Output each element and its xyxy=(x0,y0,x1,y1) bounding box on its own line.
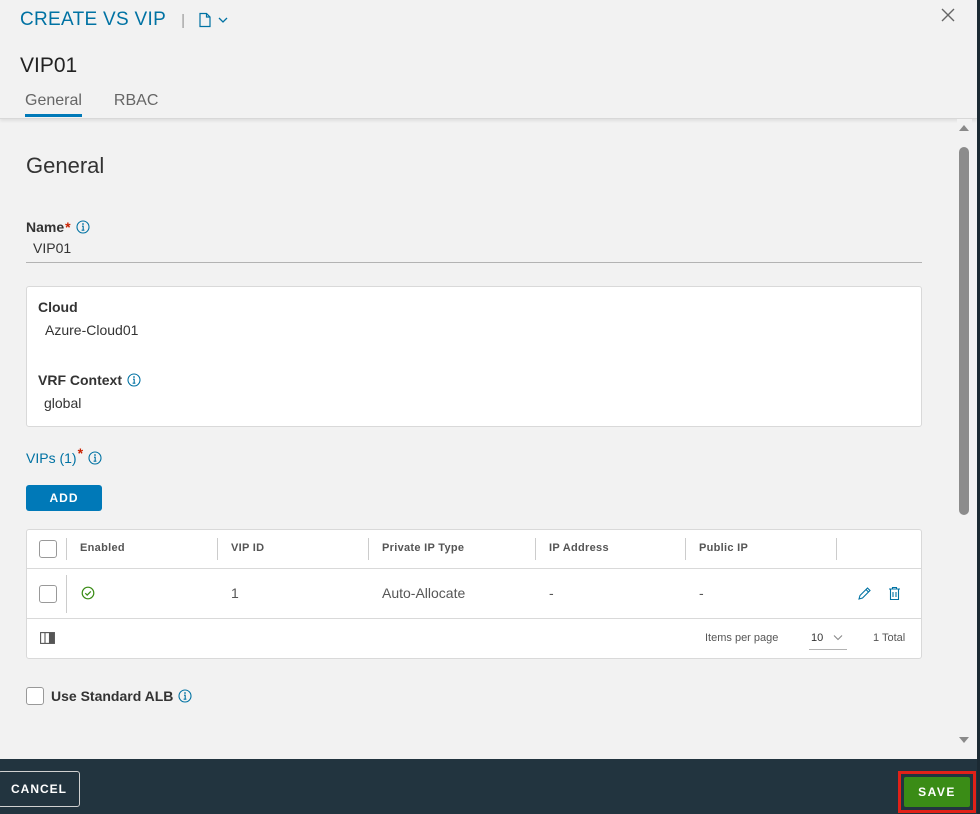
total-count: 1 Total xyxy=(873,632,906,644)
column-header-vip-id[interactable]: VIP ID xyxy=(231,542,264,554)
use-standard-alb-checkbox[interactable] xyxy=(26,687,44,705)
column-toggle-icon[interactable] xyxy=(40,631,55,649)
use-standard-alb-field: Use Standard ALB xyxy=(26,687,192,705)
items-per-page-label: Items per page xyxy=(705,632,779,644)
scroll-down-arrow-icon[interactable] xyxy=(959,737,969,743)
info-icon[interactable] xyxy=(76,220,90,234)
modal-footer: CANCEL SAVE xyxy=(0,759,977,814)
name-input[interactable]: VIP01 xyxy=(26,235,922,263)
grid-header: Enabled VIP ID Private IP Type IP Addres… xyxy=(27,530,921,569)
cloud-info-box: Cloud Azure-Cloud01 VRF Context global xyxy=(26,286,922,427)
modal-body: General Name * VIP01 Cloud Azure-Cloud01… xyxy=(0,119,957,747)
column-header-ip-address[interactable]: IP Address xyxy=(549,542,609,554)
modal-title: CREATE VS VIP xyxy=(20,9,167,30)
use-standard-alb-label: Use Standard ALB xyxy=(51,688,174,704)
cell-vip-id: 1 xyxy=(231,585,239,601)
row-divider xyxy=(66,575,67,613)
name-field: Name * VIP01 xyxy=(26,219,922,263)
items-per-page-select[interactable]: 10 xyxy=(809,627,847,650)
select-all-checkbox[interactable] xyxy=(39,540,57,558)
edit-icon[interactable] xyxy=(857,586,872,606)
delete-icon[interactable] xyxy=(888,586,901,606)
vrf-context-label: VRF Context xyxy=(38,372,141,388)
required-marker: * xyxy=(65,219,71,235)
vrf-context-label-text: VRF Context xyxy=(38,372,122,388)
vips-datagrid: Enabled VIP ID Private IP Type IP Addres… xyxy=(26,529,922,659)
column-divider xyxy=(685,538,686,560)
document-icon xyxy=(198,12,212,28)
document-menu-button[interactable] xyxy=(198,12,228,28)
name-label: Name * xyxy=(26,219,922,235)
title-row: CREATE VS VIP | xyxy=(20,9,228,31)
vips-label-text: VIPs (1) xyxy=(26,450,77,466)
save-button[interactable]: SAVE xyxy=(904,777,970,807)
required-marker: * xyxy=(77,445,84,461)
column-divider xyxy=(535,538,536,560)
vrf-context-value: global xyxy=(44,395,82,411)
scrollbar-thumb[interactable] xyxy=(959,147,969,515)
enabled-check-icon xyxy=(81,586,95,605)
tab-rbac[interactable]: RBAC xyxy=(114,92,158,117)
cell-private-ip-type: Auto-Allocate xyxy=(382,585,466,601)
column-header-public-ip[interactable]: Public IP xyxy=(699,542,748,554)
grid-footer: Items per page 10 1 Total xyxy=(27,619,921,657)
close-icon[interactable] xyxy=(939,6,957,29)
column-header-enabled[interactable]: Enabled xyxy=(80,542,125,554)
section-title: General xyxy=(26,153,105,178)
row-select-checkbox[interactable] xyxy=(39,585,57,603)
cloud-value: Azure-Cloud01 xyxy=(45,322,139,338)
info-icon[interactable] xyxy=(88,451,102,465)
chevron-down-icon xyxy=(833,632,843,644)
cell-ip-address: - xyxy=(549,585,554,601)
vips-label: VIPs (1) * xyxy=(26,445,102,466)
tab-bar: General RBAC xyxy=(25,92,190,117)
cancel-button[interactable]: CANCEL xyxy=(0,771,80,807)
vertical-scrollbar[interactable] xyxy=(957,119,972,747)
modal-header: CREATE VS VIP | VIP01 General RBAC xyxy=(0,0,977,119)
add-vip-button[interactable]: ADD xyxy=(26,485,102,511)
column-divider xyxy=(66,538,67,560)
column-divider xyxy=(836,538,837,560)
save-highlight: SAVE xyxy=(898,771,976,813)
column-divider xyxy=(368,538,369,560)
cell-public-ip: - xyxy=(699,585,704,601)
tab-general[interactable]: General xyxy=(25,92,82,117)
cloud-label: Cloud xyxy=(38,299,78,315)
scroll-up-arrow-icon[interactable] xyxy=(959,125,969,131)
info-icon[interactable] xyxy=(127,373,141,387)
object-name: VIP01 xyxy=(20,54,78,77)
title-separator: | xyxy=(181,11,185,29)
items-per-page-value: 10 xyxy=(811,632,824,644)
name-label-text: Name xyxy=(26,219,65,235)
column-divider xyxy=(217,538,218,560)
info-icon[interactable] xyxy=(178,689,192,703)
chevron-down-icon xyxy=(218,16,228,24)
table-row: 1 Auto-Allocate - - xyxy=(27,569,921,619)
column-header-private-ip-type[interactable]: Private IP Type xyxy=(382,542,464,554)
